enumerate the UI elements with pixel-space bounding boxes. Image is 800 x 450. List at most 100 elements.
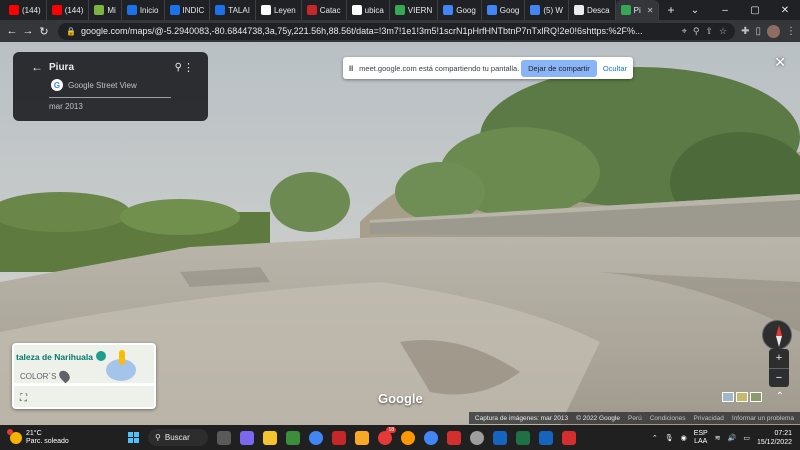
browser-tab[interactable]: VIERN xyxy=(390,0,439,20)
excel-icon[interactable] xyxy=(516,430,530,445)
zoom-out-button[interactable]: − xyxy=(769,369,789,388)
chevron-up-icon[interactable]: ⌃ xyxy=(652,434,658,442)
file-explorer-icon[interactable] xyxy=(263,430,277,445)
browser-tab[interactable]: ubica xyxy=(347,0,390,20)
weather-widget[interactable]: 21°C Parc. soleado xyxy=(0,428,110,446)
address-bar[interactable]: 🔒 google.com/maps/@-5.2940083,-80.684473… xyxy=(58,22,736,40)
map-pin-icon[interactable]: ⚲ xyxy=(175,62,182,73)
teams-icon[interactable] xyxy=(240,430,254,445)
divider xyxy=(49,97,171,98)
tab-label: Goog xyxy=(499,5,520,15)
back-arrow-icon[interactable]: ← xyxy=(31,60,43,74)
chevron-up-icon[interactable]: ⌃ xyxy=(776,391,784,402)
chrome-active-icon[interactable] xyxy=(424,430,438,445)
menu-icon[interactable]: ⋮ xyxy=(786,26,796,37)
minimap[interactable]: taleza de Narihuala COLOR´S ⛶ xyxy=(12,343,156,409)
tab-favicon-icon xyxy=(351,5,362,15)
browser-tab[interactable]: TALAI xyxy=(210,0,256,20)
close-tab-icon[interactable]: ✕ xyxy=(647,6,654,15)
zoom-icon[interactable]: ⚲ xyxy=(693,26,700,37)
browser-tab[interactable]: INDIC xyxy=(165,0,211,20)
star-icon[interactable]: ☆ xyxy=(719,26,727,37)
maximize-icon[interactable]: ▢ xyxy=(740,5,770,16)
tab-favicon-icon xyxy=(573,5,584,15)
search-icon: ⚲ xyxy=(155,433,161,442)
tab-label: VIERN xyxy=(407,5,433,15)
app-icon-orange[interactable] xyxy=(401,430,415,445)
hide-button[interactable]: Ocultar xyxy=(603,64,627,73)
tab-favicon-icon xyxy=(260,5,271,15)
reload-icon[interactable]: ↻ xyxy=(36,25,52,38)
terms-link[interactable]: Condiciones xyxy=(650,415,686,422)
compass-icon[interactable] xyxy=(762,320,792,350)
browser-tab[interactable]: (5) W xyxy=(525,0,569,20)
browser-tab[interactable]: Inicio xyxy=(122,0,165,20)
language-indicator[interactable]: ESP LAA xyxy=(694,430,708,446)
zoom-in-button[interactable]: + xyxy=(769,349,789,369)
expand-icon[interactable]: ⛶ xyxy=(20,393,27,404)
weather-desc: Parc. soleado xyxy=(26,437,69,445)
browser-tab[interactable]: Desca xyxy=(569,0,616,20)
location-pin-icon xyxy=(57,368,72,384)
profile-avatar[interactable] xyxy=(767,24,780,38)
forward-icon[interactable]: → xyxy=(20,25,36,37)
share-icon[interactable]: ⇪ xyxy=(705,26,713,37)
tab-label: Inicio xyxy=(139,5,159,15)
report-link[interactable]: Informar un problema xyxy=(732,415,794,422)
close-window-icon[interactable]: ✕ xyxy=(770,5,800,16)
wifi-icon[interactable]: ≋ xyxy=(715,434,721,442)
media-icon[interactable] xyxy=(470,430,484,445)
tab-label: INDIC xyxy=(182,5,205,15)
tab-label: Catac xyxy=(319,5,341,15)
system-tray: ⌃ 🎙 ◉ ESP LAA ≋ 🔊 ▭ 07:21 15/12/2022 xyxy=(652,425,792,450)
close-icon[interactable]: ✕ xyxy=(774,54,786,71)
search-label: Buscar xyxy=(164,433,190,442)
browser-tab[interactable]: Goog xyxy=(482,0,526,20)
app-icon-notif[interactable]: 18 xyxy=(378,426,396,445)
browser-tab[interactable]: Mi xyxy=(89,0,122,20)
stop-sharing-button[interactable]: Dejar de compartir xyxy=(521,59,597,77)
battery-icon[interactable]: ▭ xyxy=(743,434,750,442)
capture-date[interactable]: mar 2013 xyxy=(49,102,83,111)
browser-tab[interactable]: (144) xyxy=(4,0,47,20)
browser-tab[interactable]: (144) xyxy=(47,0,90,20)
folder-icon[interactable] xyxy=(355,430,369,445)
clock[interactable]: 07:21 15/12/2022 xyxy=(757,429,792,447)
minimize-icon[interactable]: – xyxy=(710,5,740,16)
volume-icon[interactable]: 🔊 xyxy=(728,434,737,442)
tab-favicon-icon xyxy=(126,5,137,15)
location-icon[interactable]: ⌖ xyxy=(682,26,687,37)
browser-tab[interactable]: Goog xyxy=(438,0,482,20)
sidebar-icon[interactable]: ▯ xyxy=(755,26,761,37)
pegman-icon[interactable] xyxy=(119,350,125,365)
back-icon[interactable]: ← xyxy=(4,25,20,37)
task-view-icon[interactable] xyxy=(217,430,231,445)
window-controls: ⌄ – ▢ ✕ xyxy=(680,0,800,20)
privacy-link[interactable]: Privacidad xyxy=(694,415,724,422)
maps-icon[interactable] xyxy=(286,430,300,445)
browser-tab[interactable]: Leyen xyxy=(256,0,302,20)
camera-icon[interactable]: ◉ xyxy=(681,434,687,442)
tab-favicon-icon xyxy=(215,5,226,15)
pdf-icon[interactable] xyxy=(562,430,576,445)
browser-tab[interactable]: Catac xyxy=(302,0,347,20)
tab-label: ubica xyxy=(364,5,384,15)
mic-icon[interactable]: 🎙 xyxy=(665,434,674,442)
browser-tab[interactable]: Pi ✕ xyxy=(615,0,660,20)
more-options-icon[interactable]: ⋮ xyxy=(183,61,194,74)
extension-puzzle-icon[interactable]: ✚ xyxy=(741,26,749,37)
tab-label: Leyen xyxy=(273,5,296,15)
chrome-icon[interactable] xyxy=(309,430,323,445)
photo-thumbnails[interactable] xyxy=(722,392,762,402)
taskbar-search[interactable]: ⚲ Buscar xyxy=(148,429,208,446)
tab-favicon-icon xyxy=(9,5,19,15)
windows-start-icon[interactable] xyxy=(128,432,139,443)
app-icon-red[interactable] xyxy=(332,430,346,445)
country-link[interactable]: Perú xyxy=(628,415,642,422)
mail-icon[interactable] xyxy=(493,430,507,445)
acrobat-icon[interactable] xyxy=(447,430,461,445)
outlook-icon[interactable] xyxy=(539,430,553,445)
screen-share-bar: ll meet.google.com está compartiendo tu … xyxy=(343,57,633,79)
chevron-down-icon[interactable]: ⌄ xyxy=(680,5,710,16)
street-view-panorama[interactable]: ← Piura ⚲ ⋮ G Google Street View mar 201… xyxy=(0,42,800,425)
